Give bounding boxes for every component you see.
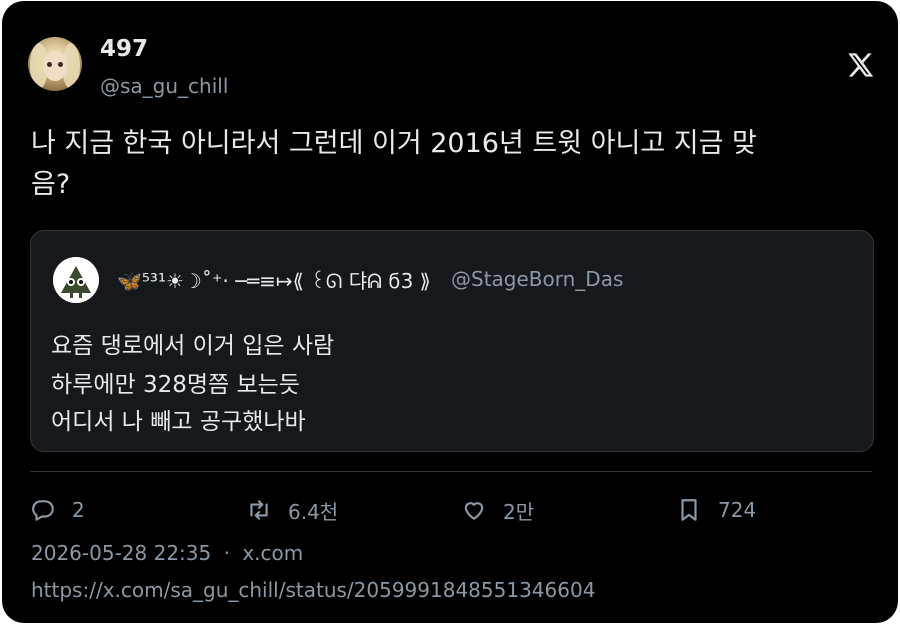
- display-name[interactable]: 497: [100, 36, 148, 62]
- tweet-card: 497 @sa_gu_chill 나 지금 한국 아니라서 그런데 이거 201…: [2, 1, 898, 623]
- retweet-button[interactable]: 6.4천: [246, 493, 338, 527]
- quoted-handle[interactable]: @StageBorn_Das: [451, 267, 623, 291]
- bookmark-count: 724: [718, 498, 757, 522]
- bookmark-button[interactable]: 724: [676, 493, 756, 527]
- bookmark-icon: [681, 499, 697, 521]
- reply-icon: [32, 500, 54, 521]
- tweet-text: 나 지금 한국 아니라서 그런데 이거 2016년 트윗 아니고 지금 맞 음?: [31, 123, 871, 205]
- timestamp[interactable]: 2026-05-28 22:35: [31, 541, 211, 565]
- quoted-text-line: 어디서 나 빼고 공구했나바: [51, 409, 306, 435]
- quoted-text-line: 요즘 댕로에서 이거 입은 사람: [51, 333, 335, 359]
- tweet-text-line: 나 지금 한국 아니라서 그런데 이거 2016년 트윗 아니고 지금 맞: [31, 128, 757, 159]
- quoted-avatar[interactable]: [53, 257, 99, 303]
- source-label: x.com: [242, 541, 304, 565]
- heart-icon: [464, 502, 484, 520]
- reply-button[interactable]: 2: [30, 493, 85, 527]
- avatar-eye-left: [47, 62, 52, 67]
- avatar[interactable]: [28, 37, 82, 91]
- retweet-icon: [250, 500, 268, 520]
- quoted-display-name[interactable]: 🦋⁵³¹☀︎☽︎˚⁺‧ ─═≡↦⟪ ꒰ᘏ 댜ᕱ ϭ3 ⟫: [117, 265, 431, 294]
- quoted-tweet[interactable]: 🦋⁵³¹☀︎☽︎˚⁺‧ ─═≡↦⟪ ꒰ᘏ 댜ᕱ ϭ3 ⟫ @StageBorn_…: [30, 230, 874, 452]
- user-handle[interactable]: @sa_gu_chill: [100, 74, 228, 98]
- like-button[interactable]: 2만: [461, 493, 534, 527]
- quoted-avatar-image: [53, 257, 99, 303]
- tweet-text-line: 음?: [31, 169, 71, 200]
- retweet-count: 6.4천: [288, 499, 339, 524]
- tweet-meta: 2026-05-28 22:35 · x.com: [31, 541, 303, 565]
- reply-count: 2: [72, 498, 85, 522]
- meta-separator: ·: [223, 541, 230, 565]
- quoted-text-line: 하루에만 328명쯤 보는듯: [51, 372, 300, 398]
- tweet-url[interactable]: https://x.com/sa_gu_chill/status/2059991…: [31, 578, 595, 602]
- avatar-eye-right: [58, 62, 63, 67]
- divider: [30, 471, 872, 472]
- x-logo-icon[interactable]: [846, 51, 874, 79]
- like-count: 2만: [503, 499, 535, 524]
